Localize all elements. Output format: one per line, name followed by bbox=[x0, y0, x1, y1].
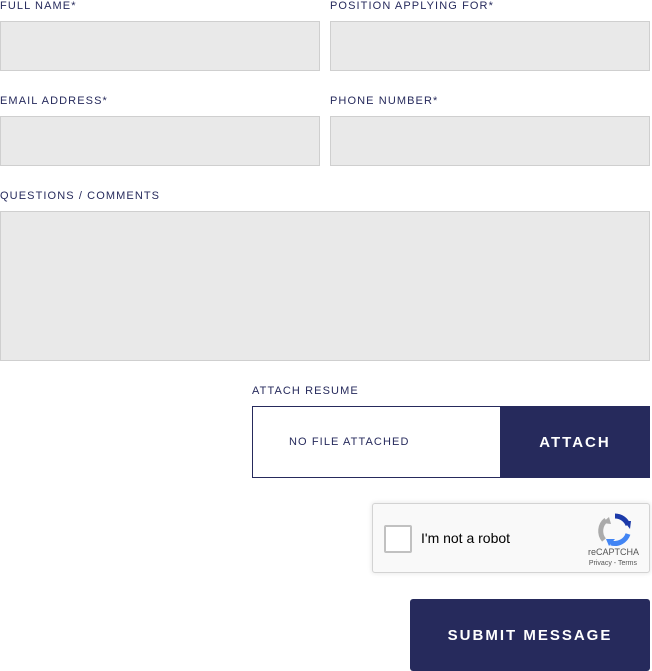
recaptcha-widget: I'm not a robot reCAPTCHA Privacy - Term… bbox=[372, 503, 650, 573]
comments-label: QUESTIONS / COMMENTS bbox=[0, 190, 161, 202]
file-status-box: NO FILE ATTACHED bbox=[252, 406, 502, 478]
email-input[interactable] bbox=[0, 116, 320, 166]
position-label: POSITION APPLYING FOR* bbox=[330, 0, 494, 12]
phone-input[interactable] bbox=[330, 116, 650, 166]
attach-button[interactable]: ATTACH bbox=[500, 406, 650, 478]
recaptcha-brand: reCAPTCHA bbox=[587, 547, 639, 557]
full-name-label: FULL NAME* bbox=[0, 0, 77, 12]
recaptcha-links: Privacy - Terms bbox=[589, 560, 637, 567]
comments-textarea[interactable] bbox=[0, 211, 650, 361]
recaptcha-logo-icon bbox=[598, 513, 631, 546]
position-input[interactable] bbox=[330, 21, 650, 71]
submit-message-button[interactable]: SUBMIT MESSAGE bbox=[410, 599, 650, 671]
recaptcha-privacy-link[interactable]: Privacy bbox=[589, 560, 612, 567]
full-name-input[interactable] bbox=[0, 21, 320, 71]
phone-label: PHONE NUMBER* bbox=[330, 95, 439, 107]
email-label: EMAIL ADDRESS* bbox=[0, 95, 108, 107]
recaptcha-checkbox[interactable] bbox=[384, 525, 412, 553]
attach-resume-label: ATTACH RESUME bbox=[252, 385, 359, 397]
recaptcha-label: I'm not a robot bbox=[421, 530, 511, 546]
recaptcha-terms-link[interactable]: Terms bbox=[618, 560, 637, 567]
file-status-text: NO FILE ATTACHED bbox=[289, 436, 410, 448]
